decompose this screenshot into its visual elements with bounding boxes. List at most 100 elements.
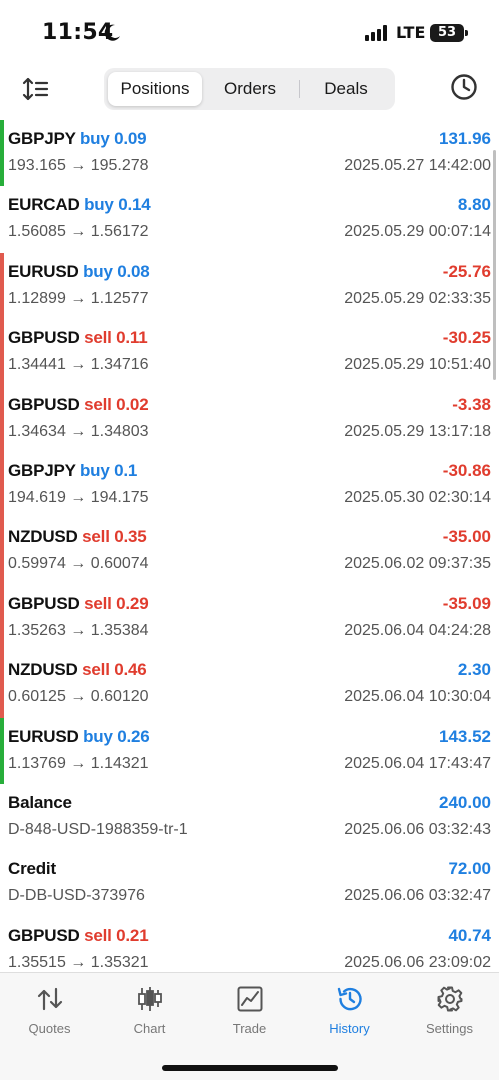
home-indicator <box>162 1065 338 1071</box>
tab-trade[interactable]: Trade <box>200 985 299 1045</box>
deal-row[interactable]: GBPUSD sell 0.29 1.35263 → 1.35384 -35.09 2… <box>0 584 499 652</box>
bottom-tab-bar: Quotes Chart Trade History Settings <box>0 972 499 1080</box>
sort-icon[interactable] <box>22 76 50 102</box>
deal-row[interactable]: EURCAD buy 0.14 1.56085 → 1.56172 8.80 2025… <box>0 186 499 252</box>
deal-symbol: GBPJPY buy 0.09 <box>8 129 147 149</box>
deal-time: 2025.05.29 10:51:40 <box>344 356 491 374</box>
gear-icon <box>437 986 462 1012</box>
deal-symbol: NZDUSD sell 0.46 <box>8 660 147 680</box>
symbol-name: EURUSD <box>8 726 79 746</box>
battery-icon: 53 <box>430 24 464 42</box>
deal-profit: -25.76 <box>442 261 491 281</box>
sell-indicator-bar <box>0 319 4 386</box>
deals-list[interactable]: GBPJPY buy 0.09 193.165 → 195.278 131.96 20… <box>0 120 499 972</box>
deal-time: 2025.05.29 02:33:35 <box>344 289 491 307</box>
deal-time: 2025.06.04 10:30:04 <box>344 688 491 706</box>
battery-level: 53 <box>437 25 457 40</box>
deal-profit: -35.09 <box>442 593 491 613</box>
deal-symbol: EURCAD buy 0.14 <box>8 195 151 215</box>
symbol-name: GBPUSD <box>8 593 80 613</box>
tab-settings[interactable]: Settings <box>400 985 499 1045</box>
deal-prices: 1.13769 → 1.14321 <box>8 754 149 772</box>
symbol-name: GBPUSD <box>8 394 80 414</box>
sell-indicator-bar <box>0 451 4 519</box>
deal-direction-volume: sell 0.46 <box>82 660 147 680</box>
deal-time: 2025.05.30 02:30:14 <box>344 488 491 506</box>
deal-prices: 0.59974 → 0.60074 <box>8 555 149 573</box>
deal-symbol: GBPUSD sell 0.29 <box>8 593 149 614</box>
symbol-name: GBPJPY <box>8 460 76 480</box>
moon-icon <box>104 24 120 41</box>
symbol-name: GBPUSD <box>8 328 80 348</box>
deal-time: 2025.06.04 04:24:28 <box>344 621 491 639</box>
quotes-icon <box>37 987 62 1011</box>
deal-direction-volume: buy 0.09 <box>80 129 147 148</box>
tab-positions[interactable]: Positions <box>108 72 202 106</box>
deal-prices: 1.12899 → 1.12577 <box>8 289 149 307</box>
deal-symbol: Balance <box>8 793 72 813</box>
deal-symbol: GBPUSD sell 0.11 <box>8 328 148 348</box>
network-label: LTE <box>396 23 426 42</box>
deal-profit: 143.52 <box>439 726 491 746</box>
deal-prices: 1.35515 → 1.35321 <box>8 953 149 971</box>
scrollbar[interactable] <box>493 150 496 380</box>
deal-prices: D-848-USD-1988359-tr-1 <box>8 820 188 838</box>
buy-indicator-bar <box>0 120 4 187</box>
tab-label: History <box>329 1021 370 1036</box>
deal-time: 2025.05.29 13:17:18 <box>344 422 491 440</box>
deal-row[interactable]: GBPUSD sell 0.11 1.34441 → 1.34716 -30.25 2… <box>0 319 499 386</box>
deal-profit: 2.30 <box>457 660 491 680</box>
deal-direction-volume: sell 0.02 <box>84 394 149 414</box>
header: Positions Orders Deals <box>0 64 499 116</box>
deal-prices: 1.34634 → 1.34803 <box>8 422 149 440</box>
deal-direction-volume: buy 0.26 <box>83 726 150 746</box>
deal-profit: 240.00 <box>439 792 491 812</box>
symbol-name: GBPJPY <box>8 129 76 148</box>
clock-icon[interactable] <box>450 73 478 101</box>
deal-row[interactable]: GBPUSD sell 0.21 1.35515 → 1.35321 40.74 20… <box>0 917 499 972</box>
deal-profit: -30.86 <box>442 460 491 480</box>
tab-deals[interactable]: Deals <box>300 72 392 106</box>
deal-symbol: GBPUSD sell 0.02 <box>8 394 149 415</box>
deal-row[interactable]: Balance D-848-USD-1988359-tr-1 240.00 2025.… <box>0 784 499 850</box>
symbol-name: NZDUSD <box>8 660 78 680</box>
symbol-name: NZDUSD <box>8 527 78 547</box>
deal-prices: 1.34441 → 1.34716 <box>8 356 149 374</box>
tab-quotes[interactable]: Quotes <box>0 985 99 1045</box>
tab-label: Settings <box>426 1021 473 1036</box>
symbol-name: GBPUSD <box>8 925 80 945</box>
deal-row[interactable]: NZDUSD sell 0.35 0.59974 → 0.60074 -35.00 2… <box>0 518 499 585</box>
deal-prices: 0.60125 → 0.60120 <box>8 688 149 706</box>
sell-indicator-bar <box>0 252 4 320</box>
tab-chart[interactable]: Chart <box>100 985 199 1045</box>
deal-time: 2025.06.06 03:32:47 <box>344 887 491 905</box>
deal-row[interactable]: GBPJPY buy 0.1 194.619 → 194.175 -30.86 202… <box>0 451 499 519</box>
deal-time: 2025.05.29 00:07:14 <box>344 223 491 241</box>
deal-row[interactable]: EURUSD buy 0.26 1.13769 → 1.14321 143.52 20… <box>0 717 499 784</box>
deal-direction-volume: buy 0.1 <box>80 460 138 480</box>
deal-profit: -30.25 <box>442 328 491 348</box>
symbol-name: Credit <box>8 859 56 879</box>
sell-indicator-bar <box>0 518 4 585</box>
deal-symbol: GBPJPY buy 0.1 <box>8 461 137 481</box>
deal-prices: 1.35263 → 1.35384 <box>8 621 149 639</box>
deal-prices: 1.56085 → 1.56172 <box>8 223 149 241</box>
deal-row[interactable]: GBPUSD sell 0.02 1.34634 → 1.34803 -3.38 20… <box>0 385 499 452</box>
signal-icon <box>365 25 387 41</box>
segmented-control: Positions Orders Deals <box>104 68 395 110</box>
deal-profit: -3.38 <box>452 394 491 414</box>
deal-direction-volume: sell 0.29 <box>84 593 149 613</box>
deal-row[interactable]: EURUSD buy 0.08 1.12899 → 1.12577 -25.76 20… <box>0 252 499 320</box>
deal-row[interactable]: NZDUSD sell 0.46 0.60125 → 0.60120 2.30 202… <box>0 651 499 718</box>
sell-indicator-bar <box>0 651 4 718</box>
deal-time: 2025.05.27 14:42:00 <box>344 157 491 174</box>
buy-indicator-bar <box>0 717 4 784</box>
deal-prices: 194.619 → 194.175 <box>8 488 149 506</box>
deal-row[interactable]: Credit D-DB-USD-373976 72.00 2025.06.06 03:… <box>0 850 499 916</box>
deal-time: 2025.06.02 09:37:35 <box>344 555 491 573</box>
deal-row[interactable]: GBPJPY buy 0.09 193.165 → 195.278 131.96 20… <box>0 120 499 187</box>
tab-history[interactable]: History <box>300 985 399 1045</box>
tab-orders[interactable]: Orders <box>202 72 298 106</box>
tab-label: Chart <box>133 1021 166 1036</box>
deal-profit: 72.00 <box>448 859 491 879</box>
